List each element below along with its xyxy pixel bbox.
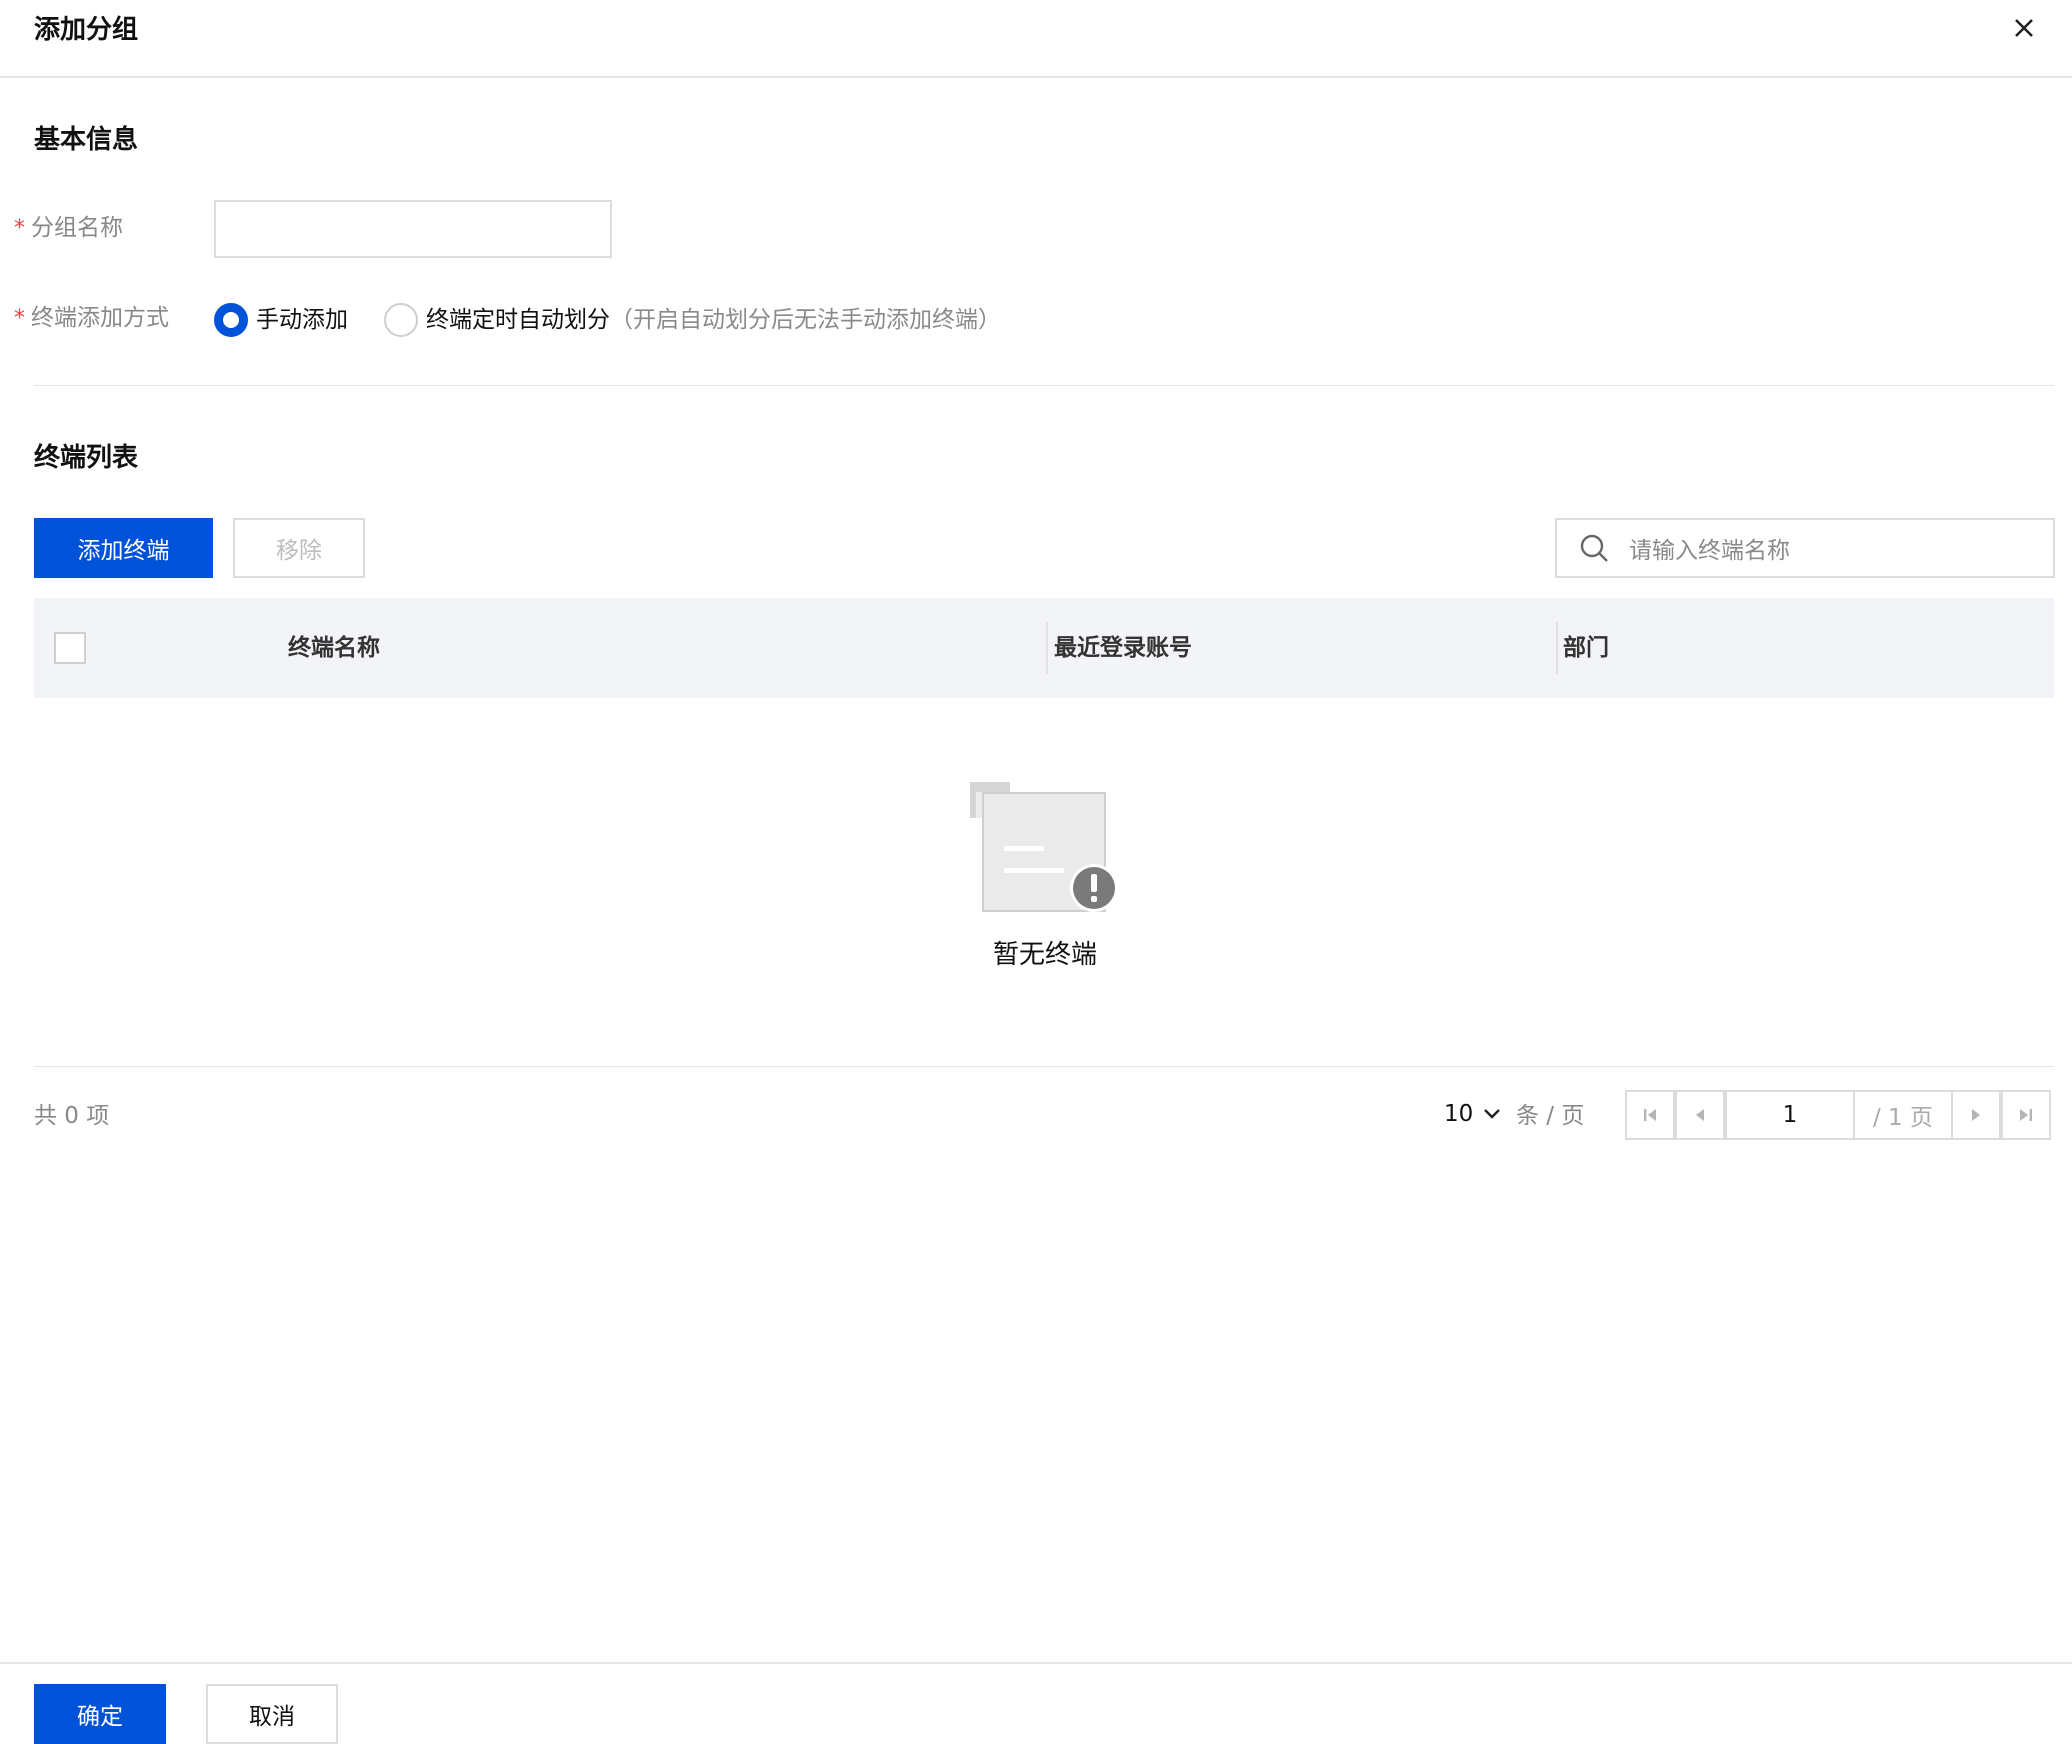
column-header-department[interactable]: 部门: [1563, 630, 1609, 666]
radio-manual-add-label[interactable]: 手动添加: [256, 302, 348, 338]
page-size-value: 10: [1444, 1101, 1474, 1127]
add-terminal-button[interactable]: 添加终端: [34, 518, 213, 578]
close-button[interactable]: [2008, 12, 2040, 44]
select-all-checkbox[interactable]: [54, 632, 86, 664]
required-mark: *: [14, 216, 25, 241]
column-separator[interactable]: [1046, 622, 1048, 674]
page-size-select[interactable]: 10: [1444, 1096, 1501, 1132]
page-size-unit: 条 / 页: [1516, 1103, 1585, 1129]
remove-button[interactable]: 移除: [233, 518, 365, 578]
terminal-search-input[interactable]: 请输入终端名称: [1555, 518, 2055, 578]
total-count: 共 0 项: [34, 1103, 110, 1129]
search-icon: [1580, 534, 1608, 562]
first-page-button[interactable]: [1625, 1090, 1675, 1140]
empty-list-illustration: [970, 782, 1118, 912]
total-pages: / 1 页: [1853, 1090, 1953, 1140]
first-page-icon: [1644, 1109, 1656, 1121]
column-header-last-login[interactable]: 最近登录账号: [1054, 630, 1192, 666]
group-name-label: * 分组名称: [14, 215, 123, 241]
header-divider: [0, 76, 2072, 78]
search-placeholder: 请输入终端名称: [1629, 538, 1790, 564]
column-header-terminal-name[interactable]: 终端名称: [288, 630, 380, 666]
section-divider: [34, 385, 2054, 386]
page-number-input[interactable]: 1: [1725, 1090, 1855, 1140]
terminal-list-section-title: 终端列表: [34, 443, 139, 473]
empty-state-text: 暂无终端: [992, 940, 1097, 970]
basic-info-section-title: 基本信息: [34, 125, 139, 155]
required-mark: *: [14, 306, 25, 331]
caret-left-icon: [1696, 1109, 1704, 1121]
caret-right-icon: [1972, 1109, 1980, 1121]
radio-manual-add[interactable]: [214, 303, 248, 337]
auto-assign-hint: （开启自动划分后无法手动添加终端）: [610, 307, 1001, 333]
radio-auto-assign-label[interactable]: 终端定时自动划分（开启自动划分后无法手动添加终端）: [426, 302, 1001, 338]
prev-page-button[interactable]: [1675, 1090, 1725, 1140]
radio-auto-assign[interactable]: [384, 303, 418, 337]
table-bottom-divider: [34, 1066, 2054, 1067]
last-page-button[interactable]: [2001, 1090, 2051, 1140]
footer-divider: [0, 1662, 2072, 1664]
group-name-input[interactable]: [214, 200, 612, 258]
cancel-button[interactable]: 取消: [206, 1684, 338, 1744]
confirm-button[interactable]: 确定: [34, 1684, 166, 1744]
close-icon: [2015, 19, 2033, 37]
next-page-button[interactable]: [1951, 1090, 2001, 1140]
column-separator[interactable]: [1556, 622, 1558, 674]
add-method-label: * 终端添加方式: [14, 305, 169, 331]
last-page-icon: [2020, 1109, 2032, 1121]
dialog-title: 添加分组: [34, 15, 139, 45]
chevron-down-icon: [1484, 1109, 1501, 1119]
